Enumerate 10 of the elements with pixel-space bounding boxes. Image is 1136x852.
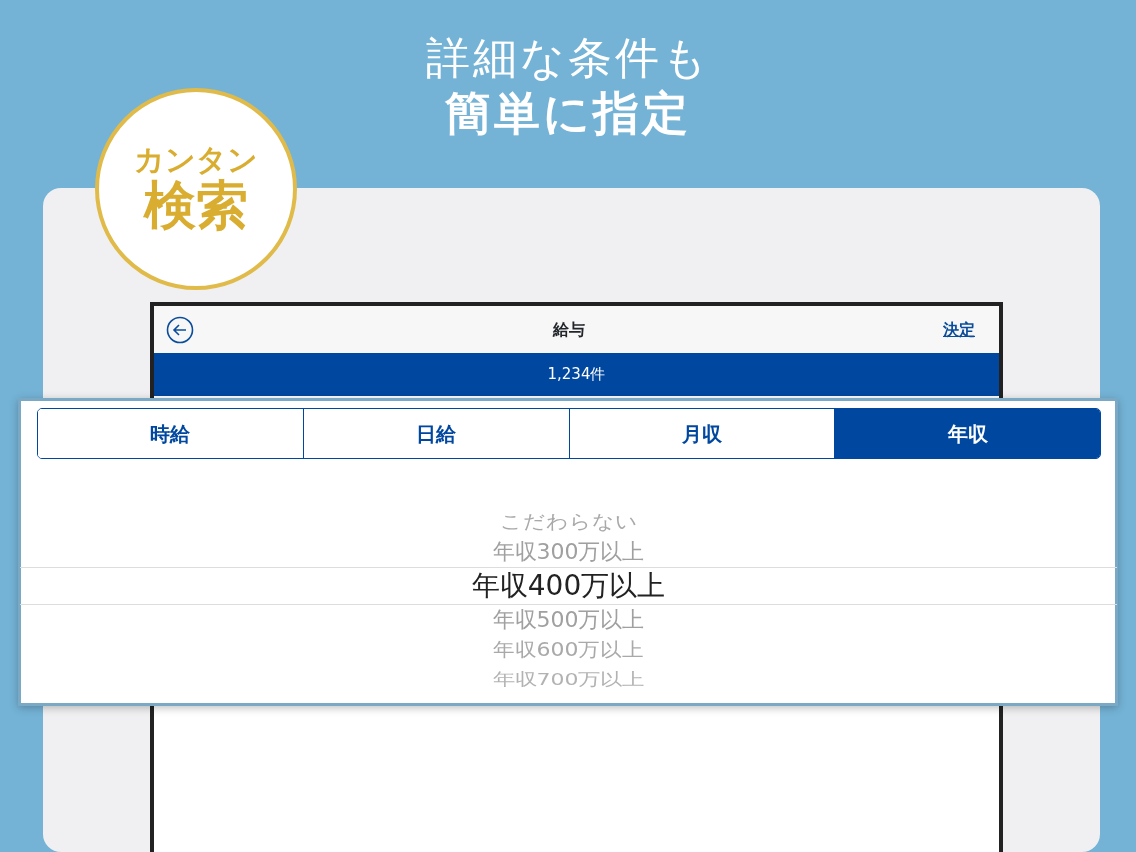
badge-text: カンタン: [134, 142, 258, 176]
back-button[interactable]: [166, 315, 194, 344]
result-count-bar: 1,234件: [154, 353, 999, 396]
segment-tab[interactable]: 年収: [834, 409, 1100, 458]
nav-title: 給与: [552, 318, 585, 341]
badge-text: 検索: [144, 175, 248, 236]
picker-option[interactable]: 年収400万以上: [20, 567, 1117, 605]
headline-text: 簡単に指定: [444, 85, 692, 142]
confirm-link[interactable]: 決定: [943, 317, 975, 342]
headline-text: 詳細な条件も: [425, 31, 711, 85]
